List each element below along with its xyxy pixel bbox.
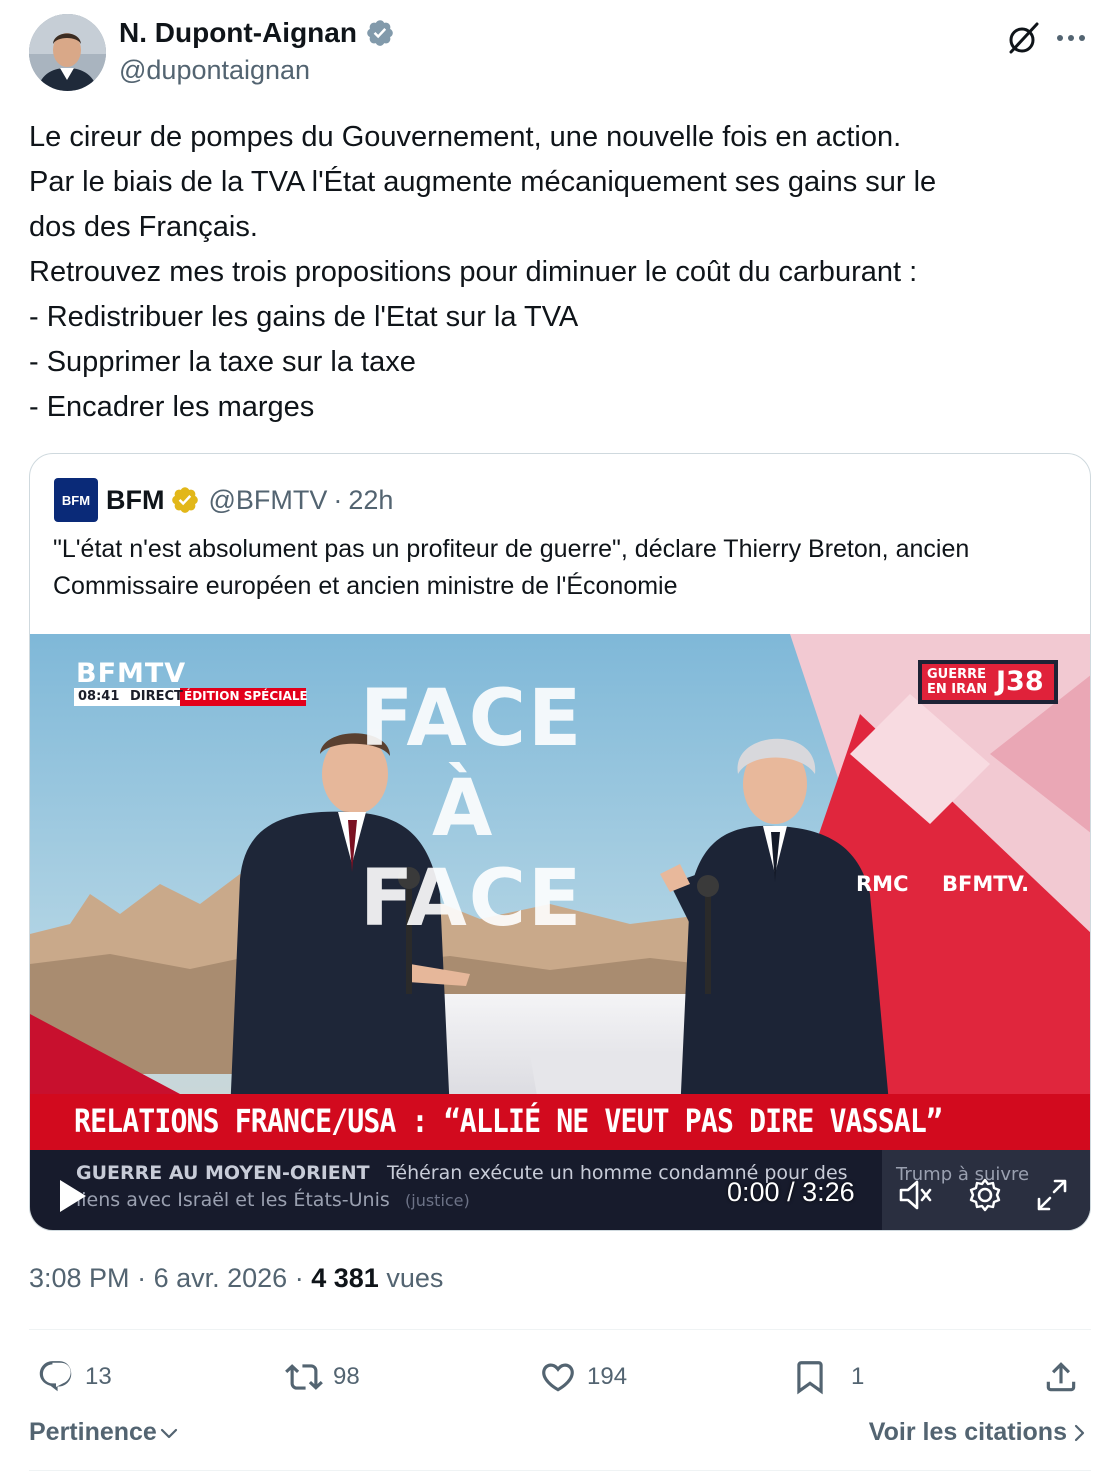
play-icon[interactable] bbox=[56, 1177, 90, 1215]
bfm-logo[interactable]: BFM bbox=[54, 478, 98, 522]
repost-icon bbox=[285, 1364, 323, 1390]
quoted-display-name[interactable]: BFM bbox=[106, 485, 164, 516]
tweet-text: Le cireur de pompes du Gouvernement, une… bbox=[29, 115, 1089, 430]
view-quotes-link[interactable]: Voir les citations bbox=[869, 1418, 1091, 1447]
chevron-down-icon bbox=[160, 1428, 177, 1438]
verified-badge-icon bbox=[367, 20, 393, 46]
chevron-right-icon bbox=[1074, 1424, 1085, 1441]
video-player[interactable]: BFMTV 08:41 DIRECT ÉDITION SPÉCIALE FACE… bbox=[30, 634, 1090, 1230]
separator-dot: · bbox=[333, 484, 343, 515]
action-bar: 13 98 194 1 bbox=[29, 1350, 1091, 1404]
show-title-line-2: À bbox=[432, 764, 493, 854]
like-icon bbox=[542, 1363, 574, 1392]
gold-verified-icon bbox=[172, 487, 199, 513]
quoted-handle[interactable]: @BFMTV bbox=[208, 485, 327, 516]
reply-count: 13 bbox=[85, 1363, 112, 1390]
repost-button[interactable]: 98 bbox=[285, 1350, 360, 1404]
video-live-label: DIRECT bbox=[130, 689, 183, 704]
video-time: 0:00 / 3:26 bbox=[727, 1177, 855, 1208]
like-button[interactable]: 194 bbox=[539, 1350, 627, 1404]
backdrop-brand-bfmtv: BFMTV. bbox=[942, 872, 1030, 896]
reply-icon bbox=[39, 1361, 72, 1392]
fullscreen-icon[interactable] bbox=[1033, 1175, 1071, 1215]
share-button[interactable] bbox=[1042, 1350, 1080, 1404]
reply-button[interactable]: 13 bbox=[37, 1350, 112, 1404]
tweet-line: - Redistribuer les gains de l'Etat sur l… bbox=[29, 301, 579, 333]
tweet-line: Retrouvez mes trois propositions pour di… bbox=[29, 256, 918, 288]
show-title-line-3: FACE bbox=[360, 854, 584, 944]
avatar-image bbox=[29, 14, 106, 91]
views-count: 4 381 bbox=[311, 1263, 379, 1293]
more-icon[interactable] bbox=[1051, 18, 1091, 58]
quoted-age[interactable]: 22h bbox=[348, 485, 393, 516]
show-title-line-1: FACE bbox=[360, 674, 584, 764]
backdrop-brand-rmc: RMC bbox=[856, 872, 909, 896]
bookmark-icon bbox=[797, 1361, 823, 1395]
replies-sort-row: Pertinence Voir les citations bbox=[29, 1416, 1091, 1456]
handle[interactable]: @dupontaignan bbox=[119, 55, 310, 86]
settings-icon[interactable] bbox=[965, 1175, 1005, 1215]
tweet-line: Le cireur de pompes du Gouvernement, une… bbox=[29, 121, 902, 153]
war-badge-top: GUERRE bbox=[927, 667, 987, 682]
repost-count: 98 bbox=[333, 1363, 360, 1390]
view-quotes-label: Voir les citations bbox=[868, 1418, 1067, 1446]
tweet-time[interactable]: 3:08 PM bbox=[29, 1263, 130, 1293]
separator-dot: · bbox=[294, 1263, 304, 1293]
divider-top bbox=[29, 1329, 1091, 1330]
video-headline: RELATIONS FRANCE/USA : “ALLIÉ NE VEUT PA… bbox=[74, 1102, 943, 1140]
tweet-header: N. Dupont-Aignan @dupontaignan bbox=[29, 14, 1091, 94]
war-badge-day: J38 bbox=[996, 666, 1044, 697]
tweet-meta: 3:08 PM · 6 avr. 2026 · 4 381 vues bbox=[29, 1263, 443, 1294]
tweet-line: dos des Français. bbox=[29, 211, 258, 243]
tweet-line: - Encadrer les marges bbox=[29, 391, 315, 423]
volume-icon[interactable] bbox=[896, 1175, 936, 1215]
time-separator: / bbox=[787, 1177, 795, 1207]
video-channel-logo: BFMTV bbox=[76, 658, 187, 689]
separator-dot: · bbox=[137, 1263, 147, 1293]
tweet-line: - Supprimer la taxe sur la taxe bbox=[29, 346, 416, 378]
display-name[interactable]: N. Dupont-Aignan bbox=[119, 17, 357, 49]
sort-label: Pertinence bbox=[29, 1418, 157, 1446]
share-icon bbox=[1046, 1362, 1076, 1392]
duration: 3:26 bbox=[802, 1177, 855, 1207]
tweet-date[interactable]: 6 avr. 2026 bbox=[154, 1263, 288, 1293]
quoted-tweet-header: BFM BFM @BFMTV · 22h bbox=[54, 478, 393, 522]
bookmark-button[interactable]: 1 bbox=[791, 1350, 864, 1404]
divider-bottom bbox=[29, 1470, 1091, 1471]
sort-dropdown[interactable]: Pertinence bbox=[29, 1418, 181, 1447]
grok-icon[interactable] bbox=[1003, 18, 1043, 58]
video-controls: 0:00 / 3:26 bbox=[30, 1159, 1090, 1230]
tweet-line: Par le biais de la TVA l'État augmente m… bbox=[29, 166, 937, 198]
name-row: N. Dupont-Aignan bbox=[119, 17, 395, 49]
video-special-label: ÉDITION SPÉCIALE bbox=[184, 689, 308, 703]
bookmark-count: 1 bbox=[851, 1363, 865, 1390]
quoted-tweet[interactable]: BFM BFM @BFMTV · 22h "L'état n'est absol… bbox=[29, 453, 1091, 1231]
video-clock: 08:41 bbox=[78, 689, 120, 704]
like-count: 194 bbox=[587, 1363, 628, 1390]
views-label: vues bbox=[386, 1263, 444, 1293]
current-time: 0:00 bbox=[727, 1177, 780, 1207]
avatar[interactable] bbox=[29, 14, 106, 91]
war-badge-bottom: EN IRAN bbox=[927, 682, 988, 697]
quoted-text: "L'état n'est absolument pas un profiteu… bbox=[53, 535, 970, 600]
